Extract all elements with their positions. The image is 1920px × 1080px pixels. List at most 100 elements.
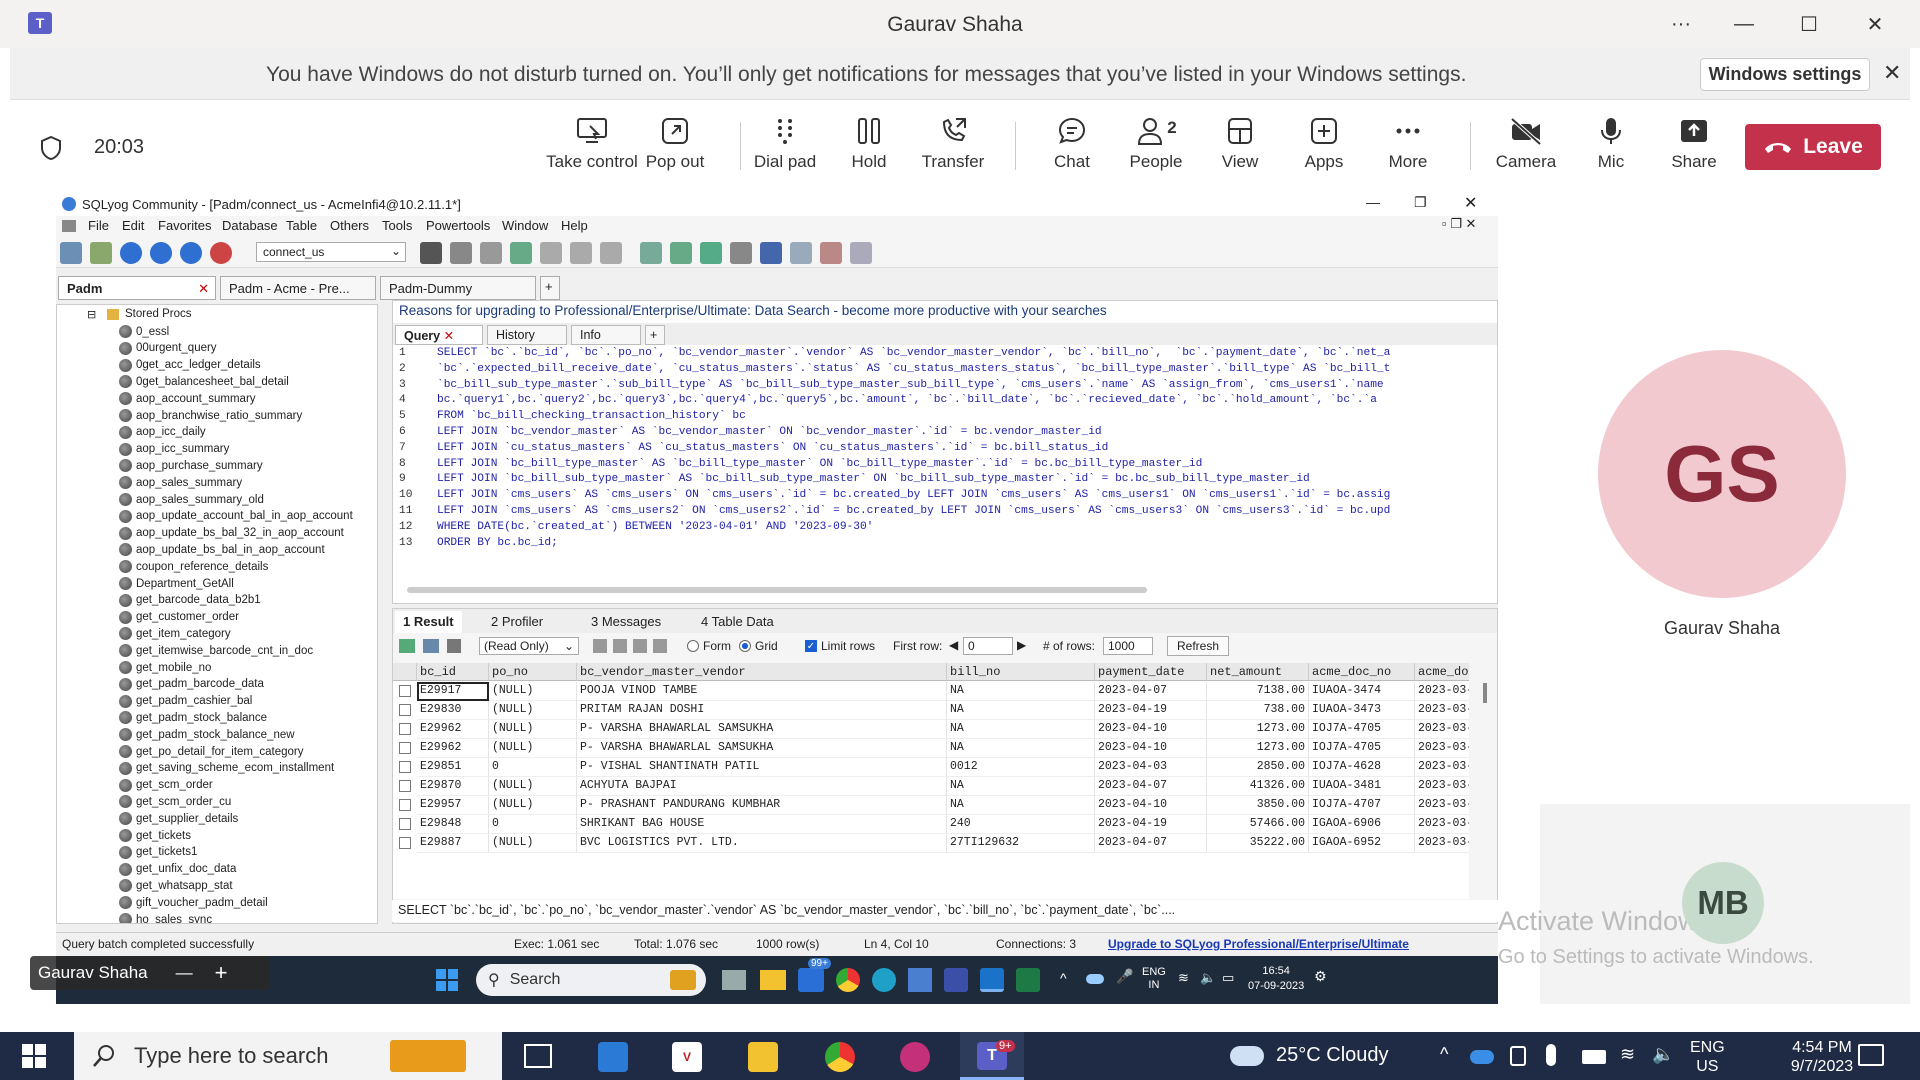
table-cell[interactable]: 2023-04-10: [1095, 796, 1207, 815]
zoom-out-button[interactable]: —: [176, 963, 193, 983]
refresh-button[interactable]: Refresh: [1167, 636, 1229, 656]
grid-v-scrollbar[interactable]: [1483, 683, 1487, 703]
table-cell[interactable]: IUAOA-3473: [1309, 701, 1415, 720]
table-cell[interactable]: 41326.00: [1207, 777, 1309, 796]
conn-tab-padm[interactable]: Padm ✕: [58, 276, 216, 300]
restore-icon[interactable]: [510, 242, 532, 264]
export-result-icon[interactable]: [399, 639, 415, 653]
share-button[interactable]: Share: [1648, 116, 1740, 172]
more-options-icon[interactable]: ···: [1664, 10, 1698, 38]
column-header[interactable]: bc_vendor_master_vendor: [577, 663, 947, 681]
table-cell[interactable]: E29830: [417, 701, 489, 720]
task-view-icon[interactable]: [524, 1044, 552, 1068]
table-row[interactable]: E29848 0 SHRIKANT BAG HOUSE 240 2023-04-19 57…: [393, 815, 1469, 834]
row-checkbox[interactable]: [399, 818, 411, 830]
onedrive-icon[interactable]: [1470, 1050, 1494, 1064]
table-cell[interactable]: 2023-03-: [1415, 720, 1469, 739]
table-cell[interactable]: E29962: [417, 720, 489, 739]
filter-icon[interactable]: [447, 639, 461, 653]
grid-radio[interactable]: Grid: [739, 639, 778, 653]
tree-procedure[interactable]: aop_sales_summary_old: [119, 493, 264, 506]
menu-table[interactable]: Table: [286, 218, 317, 233]
table-row[interactable]: E29957 (NULL) P- PRASHANT PANDURANG KUMBHA…: [393, 796, 1469, 815]
table-row[interactable]: E29917 (NULL) POOJA VINOD TAMBE NA 2023-04-0…: [393, 682, 1469, 701]
remote-mic-icon[interactable]: 🎤: [1116, 968, 1133, 985]
table-cell[interactable]: (NULL): [489, 720, 577, 739]
table-cell[interactable]: 2023-03-: [1415, 701, 1469, 720]
tree-procedure[interactable]: get_tickets: [119, 829, 191, 842]
device-icon[interactable]: [1510, 1046, 1526, 1066]
tray-chevron-icon[interactable]: ^: [1060, 970, 1067, 986]
file-explorer-icon[interactable]: [748, 1042, 778, 1072]
table-row[interactable]: E29830 (NULL) PRITAM RAJAN DOSHI NA 2023-04-…: [393, 701, 1469, 720]
prev-page-icon[interactable]: ◀: [949, 638, 958, 652]
table-cell[interactable]: 2023-04-07: [1095, 834, 1207, 853]
backup-icon[interactable]: [480, 242, 502, 264]
tree-procedure[interactable]: get_supplier_details: [119, 812, 238, 826]
conn-tab-acme[interactable]: Padm - Acme - Pre...: [220, 276, 376, 300]
maximize-button[interactable]: ☐: [1792, 10, 1826, 38]
row-checkbox[interactable]: [399, 742, 411, 754]
close-query-tab-icon[interactable]: ✕: [444, 329, 454, 343]
table-cell[interactable]: 35222.00: [1207, 834, 1309, 853]
table-cell[interactable]: 2023-03-: [1415, 739, 1469, 758]
execute-all-icon[interactable]: [150, 242, 172, 264]
wifi-icon[interactable]: ≋: [1178, 970, 1189, 986]
tree-procedure[interactable]: aop_branchwise_ratio_summary: [119, 409, 302, 422]
table-cell[interactable]: PRITAM RAJAN DOSHI: [577, 701, 947, 720]
tree-procedure[interactable]: get_saving_scheme_ecom_installment: [119, 761, 334, 775]
tree-procedure[interactable]: aop_purchase_summary: [119, 459, 263, 473]
excel-icon[interactable]: [1016, 968, 1040, 992]
table-cell[interactable]: BVC LOGISTICS PVT. LTD.: [577, 834, 947, 853]
apps-button[interactable]: Apps: [1278, 116, 1370, 172]
column-header[interactable]: bc_id: [417, 663, 489, 681]
table-cell[interactable]: SHRIKANT BAG HOUSE: [577, 815, 947, 834]
table-cell[interactable]: (NULL): [489, 739, 577, 758]
new-query-tab-button[interactable]: +: [645, 325, 665, 345]
tree-procedure[interactable]: get_item_category: [119, 627, 231, 641]
battery-icon[interactable]: [1582, 1050, 1606, 1064]
history-tab[interactable]: History: [487, 325, 567, 345]
result-grid[interactable]: bc_id po_no bc_vendor_master_vendor bill_no…: [393, 663, 1469, 899]
connect-icon[interactable]: [60, 242, 82, 264]
save-row-icon[interactable]: [613, 639, 627, 653]
table-cell[interactable]: E29851: [417, 758, 489, 777]
table-cell[interactable]: ACHYUTA BAJPAI: [577, 777, 947, 796]
table-cell[interactable]: 2023-04-07: [1095, 777, 1207, 796]
read-only-select[interactable]: (Read Only) ⌄: [479, 637, 579, 655]
tree-procedure[interactable]: get_whatsapp_stat: [119, 879, 233, 893]
collapse-icon[interactable]: ⊟: [87, 308, 96, 321]
code-line[interactable]: 2 `bc`.`expected_bill_receive_date`, `cu_…: [393, 363, 1497, 379]
table-row[interactable]: E29962 (NULL) P- VARSHA BHAWARLAL SAMSUKHA…: [393, 720, 1469, 739]
code-line[interactable]: 7 LEFT JOIN `cu_status_masters` AS `cu_st…: [393, 442, 1497, 458]
table-cell[interactable]: (NULL): [489, 796, 577, 815]
language-indicator[interactable]: ENG US: [1690, 1038, 1725, 1076]
tree-procedure[interactable]: get_scm_order: [119, 778, 213, 792]
code-line[interactable]: 4 bc.`query1`,bc.`query2`,bc.`query3`,bc.…: [393, 394, 1497, 410]
row-checkbox[interactable]: [399, 685, 411, 697]
table-cell[interactable]: 1273.00: [1207, 739, 1309, 758]
next-page-icon[interactable]: ▶: [1017, 638, 1026, 652]
table-cell[interactable]: P- VARSHA BHAWARLAL SAMSUKHA: [577, 739, 947, 758]
view-button[interactable]: View: [1194, 116, 1286, 172]
more-button[interactable]: More: [1362, 116, 1454, 172]
weather-widget[interactable]: 25°C Cloudy: [1230, 1044, 1389, 1067]
close-tab-icon[interactable]: ✕: [198, 281, 209, 297]
user-manager-icon[interactable]: [420, 242, 442, 264]
code-line[interactable]: 6 LEFT JOIN `bc_vendor_master` AS `bc_ven…: [393, 426, 1497, 442]
pop-out-button[interactable]: Pop out: [629, 116, 721, 172]
sql-code[interactable]: 1 SELECT `bc`.`bc_id`, `bc`.`po_no`, `bc_…: [393, 347, 1497, 567]
column-header[interactable]: acme_do: [1415, 663, 1469, 681]
teams-taskbar-icon[interactable]: [944, 968, 968, 992]
execute-icon[interactable]: [120, 242, 142, 264]
sqlyog-taskbar-icon[interactable]: [980, 968, 1004, 992]
tree-procedure[interactable]: 00urgent_query: [119, 341, 217, 355]
table-cell[interactable]: IOJ7A-4705: [1309, 720, 1415, 739]
tree-procedure[interactable]: get_padm_barcode_data: [119, 677, 264, 691]
menu-others[interactable]: Others: [330, 218, 369, 233]
tree-procedure[interactable]: get_mobile_no: [119, 661, 211, 674]
schema-sync-icon[interactable]: [670, 242, 692, 264]
table-cell[interactable]: (NULL): [489, 834, 577, 853]
limit-rows-checkbox[interactable]: ✓ Limit rows: [805, 639, 875, 653]
tree-procedure[interactable]: ho_sales_sync: [119, 913, 212, 923]
